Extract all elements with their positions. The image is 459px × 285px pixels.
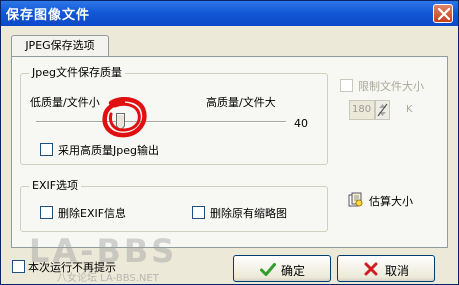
quality-group-title: Jpeg文件保存质量 (29, 66, 125, 80)
ok-button[interactable]: 确定 (233, 255, 331, 282)
remove-thumbnail-checkbox[interactable] (192, 206, 205, 219)
quality-slider-track[interactable] (36, 121, 286, 123)
remove-exif-checkbox[interactable] (40, 206, 53, 219)
window-title: 保存图像文件 (6, 8, 91, 23)
low-quality-label: 低质量/文件小 (30, 96, 100, 109)
exif-group-title: EXIF选项 (29, 179, 82, 193)
size-limit-spinner[interactable] (375, 100, 390, 120)
size-unit: K (406, 104, 413, 115)
watermark-text: 八女论坛 LA-BBS.NET (57, 273, 159, 284)
watermark-logo: LA-BBS (29, 232, 178, 270)
save-image-dialog: 保存图像文件 JPEG保存选项 Jpeg文件保存质量 低质量/文件小 高质量/文… (0, 0, 459, 285)
hq-jpeg-checkbox[interactable] (40, 143, 53, 156)
tab-jpeg-options[interactable]: JPEG保存选项 (11, 35, 109, 57)
title-bar[interactable]: 保存图像文件 (1, 1, 458, 26)
close-icon (438, 8, 450, 20)
high-quality-label: 高质量/文件大 (206, 96, 276, 109)
cancel-button-label: 取消 (385, 264, 410, 278)
limit-size-checkbox[interactable] (340, 79, 353, 92)
tab-panel: Jpeg文件保存质量 低质量/文件小 高质量/文件大 40 采用高质量Jpeg输… (11, 56, 448, 248)
checkmark-icon (260, 263, 276, 276)
ok-button-label: 确定 (281, 264, 306, 278)
cancel-button[interactable]: 取消 (337, 255, 435, 282)
remove-exif-label: 删除EXIF信息 (58, 207, 127, 220)
cancel-x-icon (364, 262, 378, 276)
spinner-arrows-icon (377, 103, 388, 117)
quality-value: 40 (294, 117, 308, 130)
annotation-circle (102, 97, 147, 138)
size-limit-input[interactable]: 180 (349, 100, 375, 120)
close-button[interactable] (433, 4, 453, 23)
remove-thumbnail-label: 删除原有缩略图 (210, 207, 287, 220)
estimate-size-label[interactable]: 估算大小 (369, 193, 413, 209)
dont-show-again-checkbox[interactable] (12, 260, 25, 273)
hq-jpeg-label: 采用高质量Jpeg输出 (58, 144, 159, 157)
estimate-size-icon[interactable] (348, 192, 364, 208)
limit-size-label: 限制文件大小 (358, 80, 424, 93)
